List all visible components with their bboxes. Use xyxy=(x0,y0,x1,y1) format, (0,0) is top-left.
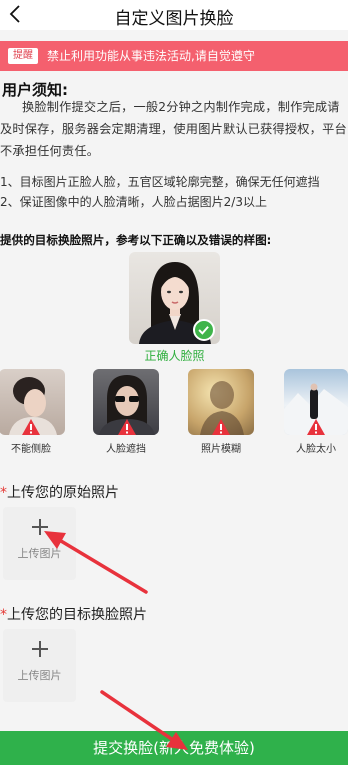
upload-target-label: 上传图片 xyxy=(17,669,62,682)
warning-icon xyxy=(118,419,136,435)
submit-button[interactable]: 提交换脸(新人免费体验) xyxy=(0,731,348,765)
check-icon xyxy=(193,319,215,341)
wrong-label-side-face: 不能侧脸 xyxy=(11,444,51,455)
user-notice-paragraph: 换脸制作提交之后，一般2分钟之内制作完成，制作完成请及时保存，服务器会定期清理，… xyxy=(0,100,347,158)
upload-target-title: *上传您的目标换脸照片 xyxy=(0,607,147,623)
wrong-label-blurry: 照片模糊 xyxy=(201,444,241,455)
correct-sample-label: 正确人脸照 xyxy=(144,349,205,363)
upload-original-label: 上传图片 xyxy=(17,547,62,560)
top-bar: 自定义图片换脸 xyxy=(0,0,348,30)
wrong-label-occluded: 人脸遮挡 xyxy=(106,444,146,455)
warning-icon xyxy=(212,419,230,435)
upload-target-button[interactable]: 上传图片 xyxy=(3,629,76,702)
rule-1: 1、目标图片正脸人脸，五官区域轮廓完整，确保无任何遮挡 xyxy=(0,175,320,189)
samples-heading: 提供的目标换脸照片，参考以下正确以及错误的样图: xyxy=(0,233,272,247)
upload-original-title: *上传您的原始照片 xyxy=(0,485,119,501)
warning-icon xyxy=(22,419,40,435)
upload-original-button[interactable]: 上传图片 xyxy=(3,507,76,580)
notice-text: 禁止利用功能从事违法活动,请自觉遵守 xyxy=(47,49,255,63)
plus-icon xyxy=(32,519,48,535)
notice-banner: 提醒 禁止利用功能从事违法活动,请自觉遵守 xyxy=(0,41,348,71)
wrong-label-small-face: 人脸太小 xyxy=(296,444,336,455)
page-title: 自定义图片换脸 xyxy=(114,9,234,29)
notice-tag: 提醒 xyxy=(8,48,38,64)
plus-icon xyxy=(32,641,48,657)
rule-2: 2、保证图像中的人脸清晰，人脸占据图片2/3以上 xyxy=(0,195,267,209)
warning-icon xyxy=(307,419,325,435)
